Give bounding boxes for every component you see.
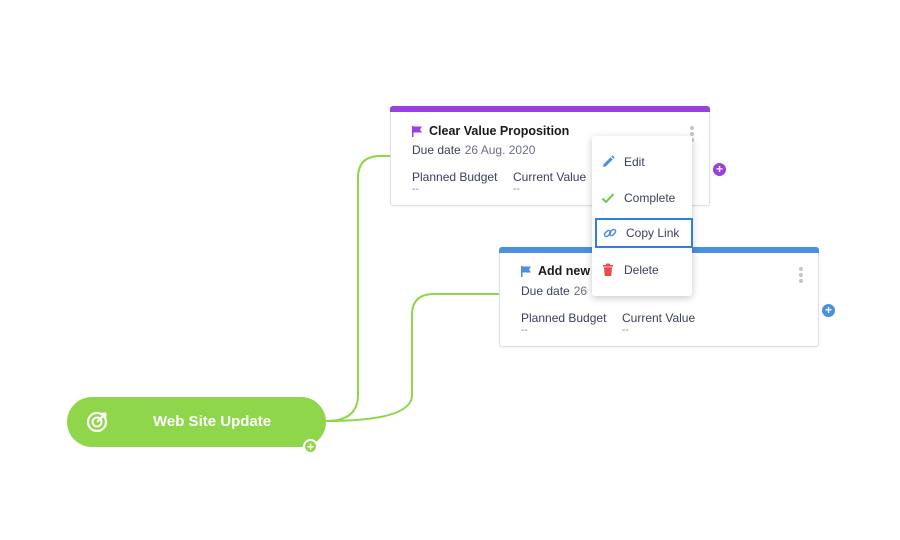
link-icon bbox=[603, 228, 617, 238]
planned-budget-value: -- bbox=[521, 325, 528, 336]
menu-item-label: Delete bbox=[624, 263, 659, 277]
target-icon bbox=[86, 411, 108, 433]
card-title-text[interactable]: Clear Value Proposition bbox=[429, 124, 569, 138]
add-child-button[interactable]: + bbox=[822, 304, 835, 317]
due-date-value: 26 Aug. 2020 bbox=[464, 143, 536, 157]
due-date-value: 26 bbox=[573, 284, 588, 298]
menu-item-label: Copy Link bbox=[626, 226, 680, 240]
current-value: Current Value -- bbox=[513, 170, 586, 195]
pencil-icon bbox=[603, 155, 615, 167]
menu-item-label: Edit bbox=[624, 155, 645, 169]
card-title: Clear Value Proposition bbox=[412, 124, 569, 138]
connector-root-to-card1 bbox=[325, 155, 390, 422]
flag-icon bbox=[521, 265, 531, 277]
more-options-icon[interactable] bbox=[798, 267, 804, 285]
card-title: Add new bbox=[521, 264, 590, 278]
context-menu: Edit Complete Copy Link Delete bbox=[592, 136, 693, 296]
current-value-value: -- bbox=[622, 325, 629, 336]
card-accent-bar bbox=[390, 106, 710, 112]
check-icon bbox=[601, 193, 615, 204]
add-child-button[interactable]: + bbox=[303, 439, 318, 454]
menu-item-copy-link[interactable]: Copy Link bbox=[595, 218, 693, 248]
due-date-label: Due date bbox=[521, 284, 570, 298]
connector-root-to-card2 bbox=[325, 293, 499, 422]
menu-item-edit[interactable]: Edit bbox=[592, 146, 692, 178]
due-date: Due date 26 Aug. 2020 bbox=[412, 143, 535, 157]
planned-budget: Planned Budget -- bbox=[521, 311, 606, 336]
menu-item-complete[interactable]: Complete bbox=[592, 182, 692, 214]
current-value-label: Current Value bbox=[513, 170, 587, 184]
mind-map-canvas: Add new Due date 26 Planned Budget -- Cur… bbox=[0, 0, 900, 540]
trash-icon bbox=[603, 263, 613, 276]
planned-budget-label: Planned Budget bbox=[521, 311, 607, 325]
planned-budget: Planned Budget -- bbox=[412, 170, 497, 195]
planned-budget-label: Planned Budget bbox=[412, 170, 498, 184]
flag-icon bbox=[412, 125, 422, 137]
due-date-label: Due date bbox=[412, 143, 461, 157]
planned-budget-value: -- bbox=[412, 184, 419, 195]
root-goal-label: Web Site Update bbox=[153, 413, 272, 430]
menu-item-label: Complete bbox=[624, 191, 676, 205]
root-goal-node[interactable]: Web Site Update bbox=[67, 397, 326, 447]
current-value-label: Current Value bbox=[622, 311, 696, 325]
current-value-value: -- bbox=[513, 184, 520, 195]
current-value: Current Value -- bbox=[622, 311, 695, 336]
menu-item-delete[interactable]: Delete bbox=[592, 254, 692, 286]
card-title-text[interactable]: Add new bbox=[538, 264, 590, 278]
add-child-button[interactable]: + bbox=[713, 163, 726, 176]
due-date: Due date 26 bbox=[521, 284, 587, 298]
